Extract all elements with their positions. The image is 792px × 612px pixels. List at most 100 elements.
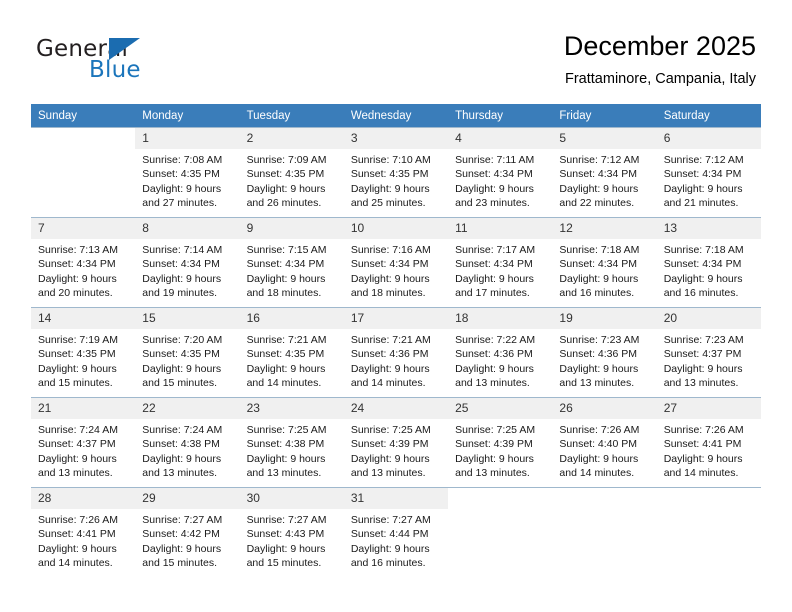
day-cell-inner: 18 Sunrise: 7:22 AM Sunset: 4:36 PM Dayli…	[448, 308, 553, 397]
weekday-header-friday: Friday	[552, 104, 657, 128]
day-number: 11	[448, 218, 553, 239]
day-cell-inner: 17 Sunrise: 7:21 AM Sunset: 4:36 PM Dayli…	[343, 308, 449, 397]
day-cell-inner: 5 Sunrise: 7:12 AM Sunset: 4:34 PM Daylig…	[552, 128, 657, 217]
week-row: 28 Sunrise: 7:26 AM Sunset: 4:41 PM Dayli…	[31, 487, 761, 577]
day-number: 12	[552, 218, 657, 239]
day-cell[interactable]	[656, 487, 761, 577]
day-number: 19	[552, 308, 657, 329]
day-cell-inner: 26 Sunrise: 7:26 AM Sunset: 4:40 PM Dayli…	[552, 398, 657, 487]
day-number: 23	[239, 398, 344, 419]
day-sun-info: Sunrise: 7:12 AM Sunset: 4:34 PM Dayligh…	[559, 154, 640, 210]
day-cell[interactable]: 22 Sunrise: 7:24 AM Sunset: 4:38 PM Dayli…	[135, 397, 240, 488]
day-cell-inner: 29 Sunrise: 7:27 AM Sunset: 4:42 PM Dayli…	[135, 488, 240, 577]
day-cell-inner: 2 Sunrise: 7:09 AM Sunset: 4:35 PM Daylig…	[239, 128, 344, 217]
day-cell[interactable]: 21 Sunrise: 7:24 AM Sunset: 4:37 PM Dayli…	[31, 397, 136, 488]
day-number	[448, 488, 552, 509]
day-cell[interactable]: 27 Sunrise: 7:26 AM Sunset: 4:41 PM Dayli…	[656, 397, 761, 488]
day-cell[interactable]: 13 Sunrise: 7:18 AM Sunset: 4:34 PM Dayli…	[656, 217, 761, 308]
day-cell[interactable]: 20 Sunrise: 7:23 AM Sunset: 4:37 PM Dayli…	[656, 307, 761, 398]
day-number: 18	[448, 308, 553, 329]
day-cell-inner: 7 Sunrise: 7:13 AM Sunset: 4:34 PM Daylig…	[31, 218, 136, 307]
day-number: 26	[552, 398, 657, 419]
day-cell[interactable]: 17 Sunrise: 7:21 AM Sunset: 4:36 PM Dayli…	[343, 307, 449, 398]
day-cell-inner: 21 Sunrise: 7:24 AM Sunset: 4:37 PM Dayli…	[31, 398, 136, 487]
day-number: 7	[31, 218, 136, 239]
day-cell[interactable]: 28 Sunrise: 7:26 AM Sunset: 4:41 PM Dayli…	[31, 487, 136, 577]
day-cell[interactable]	[448, 487, 553, 577]
day-number: 10	[343, 218, 449, 239]
day-sun-info: Sunrise: 7:10 AM Sunset: 4:35 PM Dayligh…	[350, 154, 431, 210]
day-cell-inner: 28 Sunrise: 7:26 AM Sunset: 4:41 PM Dayli…	[31, 488, 136, 577]
day-sun-info: Sunrise: 7:27 AM Sunset: 4:44 PM Dayligh…	[350, 514, 431, 570]
day-sun-info: Sunrise: 7:26 AM Sunset: 4:40 PM Dayligh…	[559, 424, 640, 480]
day-cell[interactable]: 2 Sunrise: 7:09 AM Sunset: 4:35 PM Daylig…	[239, 127, 344, 218]
day-cell[interactable]: 31 Sunrise: 7:27 AM Sunset: 4:44 PM Dayli…	[343, 487, 449, 577]
weekday-header-sunday: Sunday	[31, 104, 136, 128]
day-cell[interactable]: 1 Sunrise: 7:08 AM Sunset: 4:35 PM Daylig…	[135, 127, 240, 218]
day-cell-inner	[448, 488, 552, 577]
day-number: 21	[31, 398, 136, 419]
day-number: 24	[343, 398, 449, 419]
brand-logo[interactable]: General Blue	[36, 36, 236, 88]
day-cell[interactable]: 6 Sunrise: 7:12 AM Sunset: 4:34 PM Daylig…	[656, 127, 761, 218]
day-cell[interactable]: 29 Sunrise: 7:27 AM Sunset: 4:42 PM Dayli…	[135, 487, 240, 577]
day-sun-info: Sunrise: 7:18 AM Sunset: 4:34 PM Dayligh…	[559, 244, 640, 300]
day-sun-info: Sunrise: 7:14 AM Sunset: 4:34 PM Dayligh…	[142, 244, 223, 300]
day-number: 20	[656, 308, 761, 329]
day-number: 22	[135, 398, 240, 419]
day-cell-inner: 31 Sunrise: 7:27 AM Sunset: 4:44 PM Dayli…	[343, 488, 449, 577]
day-number: 25	[448, 398, 553, 419]
day-sun-info: Sunrise: 7:26 AM Sunset: 4:41 PM Dayligh…	[38, 514, 118, 570]
day-cell[interactable]: 12 Sunrise: 7:18 AM Sunset: 4:34 PM Dayli…	[552, 217, 657, 308]
day-cell-inner: 19 Sunrise: 7:23 AM Sunset: 4:36 PM Dayli…	[552, 308, 657, 397]
day-cell[interactable]: 3 Sunrise: 7:10 AM Sunset: 4:35 PM Daylig…	[343, 127, 449, 218]
day-cell-inner: 11 Sunrise: 7:17 AM Sunset: 4:34 PM Dayli…	[448, 218, 553, 307]
day-cell[interactable]: 5 Sunrise: 7:12 AM Sunset: 4:34 PM Daylig…	[552, 127, 657, 218]
day-cell[interactable]: 16 Sunrise: 7:21 AM Sunset: 4:35 PM Dayli…	[239, 307, 344, 398]
day-cell[interactable]: 8 Sunrise: 7:14 AM Sunset: 4:34 PM Daylig…	[135, 217, 240, 308]
day-number: 2	[239, 128, 344, 149]
day-cell-inner: 30 Sunrise: 7:27 AM Sunset: 4:43 PM Dayli…	[239, 488, 344, 577]
day-cell[interactable]: 7 Sunrise: 7:13 AM Sunset: 4:34 PM Daylig…	[31, 217, 136, 308]
day-cell[interactable]: 23 Sunrise: 7:25 AM Sunset: 4:38 PM Dayli…	[239, 397, 344, 488]
day-cell-inner: 13 Sunrise: 7:18 AM Sunset: 4:34 PM Dayli…	[656, 218, 761, 307]
day-cell-inner: 22 Sunrise: 7:24 AM Sunset: 4:38 PM Dayli…	[135, 398, 240, 487]
day-sun-info: Sunrise: 7:23 AM Sunset: 4:36 PM Dayligh…	[559, 334, 640, 390]
day-number: 4	[448, 128, 553, 149]
day-sun-info: Sunrise: 7:21 AM Sunset: 4:35 PM Dayligh…	[246, 334, 327, 390]
day-sun-info: Sunrise: 7:25 AM Sunset: 4:39 PM Dayligh…	[455, 424, 536, 480]
day-cell-inner: 4 Sunrise: 7:11 AM Sunset: 4:34 PM Daylig…	[448, 128, 553, 217]
day-number: 13	[656, 218, 761, 239]
day-number: 29	[135, 488, 240, 509]
day-cell[interactable]: 14 Sunrise: 7:19 AM Sunset: 4:35 PM Dayli…	[31, 307, 136, 398]
day-sun-info: Sunrise: 7:24 AM Sunset: 4:37 PM Dayligh…	[38, 424, 118, 480]
day-cell-inner	[31, 128, 135, 217]
day-cell[interactable]	[31, 127, 136, 218]
day-cell[interactable]: 19 Sunrise: 7:23 AM Sunset: 4:36 PM Dayli…	[552, 307, 657, 398]
day-number: 8	[135, 218, 240, 239]
day-sun-info: Sunrise: 7:24 AM Sunset: 4:38 PM Dayligh…	[142, 424, 223, 480]
day-cell[interactable]: 30 Sunrise: 7:27 AM Sunset: 4:43 PM Dayli…	[239, 487, 344, 577]
day-cell[interactable]: 18 Sunrise: 7:22 AM Sunset: 4:36 PM Dayli…	[448, 307, 553, 398]
day-sun-info: Sunrise: 7:23 AM Sunset: 4:37 PM Dayligh…	[663, 334, 744, 390]
day-cell-inner: 27 Sunrise: 7:26 AM Sunset: 4:41 PM Dayli…	[656, 398, 761, 487]
day-sun-info: Sunrise: 7:09 AM Sunset: 4:35 PM Dayligh…	[246, 154, 327, 210]
calendar-grid: Sunday Monday Tuesday Wednesday Thursday…	[31, 104, 761, 577]
day-number	[31, 128, 135, 149]
day-cell[interactable]: 9 Sunrise: 7:15 AM Sunset: 4:34 PM Daylig…	[239, 217, 344, 308]
weekday-header-monday: Monday	[135, 104, 240, 128]
calendar-body: 1 Sunrise: 7:08 AM Sunset: 4:35 PM Daylig…	[31, 127, 761, 577]
day-cell[interactable]: 25 Sunrise: 7:25 AM Sunset: 4:39 PM Dayli…	[448, 397, 553, 488]
weekday-header-wednesday: Wednesday	[343, 104, 449, 128]
day-cell-inner	[657, 488, 761, 577]
day-cell-inner: 1 Sunrise: 7:08 AM Sunset: 4:35 PM Daylig…	[135, 128, 240, 217]
day-cell[interactable]: 4 Sunrise: 7:11 AM Sunset: 4:34 PM Daylig…	[448, 127, 553, 218]
day-cell[interactable]: 10 Sunrise: 7:16 AM Sunset: 4:34 PM Dayli…	[343, 217, 449, 308]
day-cell[interactable]: 26 Sunrise: 7:26 AM Sunset: 4:40 PM Dayli…	[552, 397, 657, 488]
day-cell[interactable]: 15 Sunrise: 7:20 AM Sunset: 4:35 PM Dayli…	[135, 307, 240, 398]
page-title: December 2025	[563, 31, 756, 61]
day-cell[interactable]: 11 Sunrise: 7:17 AM Sunset: 4:34 PM Dayli…	[448, 217, 553, 308]
day-number	[657, 488, 761, 509]
day-cell[interactable]	[552, 487, 657, 577]
day-cell[interactable]: 24 Sunrise: 7:25 AM Sunset: 4:39 PM Dayli…	[343, 397, 449, 488]
